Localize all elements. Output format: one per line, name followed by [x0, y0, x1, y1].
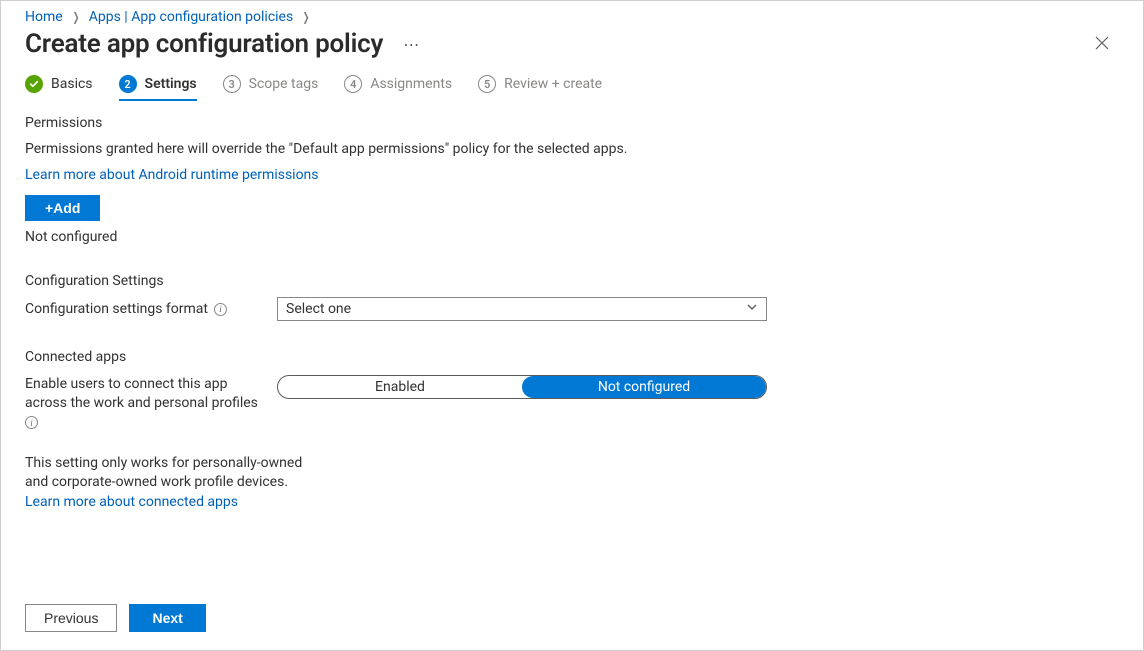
step-review-create[interactable]: 5 Review + create — [478, 75, 602, 101]
step-scope-tags[interactable]: 3 Scope tags — [223, 75, 319, 101]
chevron-right-icon: ❯ — [303, 10, 310, 24]
checkmark-icon — [25, 75, 43, 93]
toggle-option-not-configured[interactable]: Not configured — [522, 376, 766, 398]
permissions-status: Not configured — [25, 229, 1119, 245]
more-actions-button[interactable]: ⋯ — [399, 31, 424, 58]
step-settings[interactable]: 2 Settings — [119, 75, 197, 101]
step-label: Scope tags — [249, 76, 319, 92]
info-icon[interactable]: i — [214, 303, 227, 316]
step-label: Assignments — [370, 76, 452, 92]
connected-apps-toggle[interactable]: Enabled Not configured — [277, 375, 767, 399]
info-icon[interactable]: i — [25, 416, 38, 429]
breadcrumb: Home ❯ Apps | App configuration policies… — [1, 9, 1143, 25]
step-label: Settings — [145, 76, 197, 92]
config-format-select[interactable]: Select one — [277, 297, 767, 321]
permissions-description: Permissions granted here will override t… — [25, 141, 1119, 157]
next-button[interactable]: Next — [129, 604, 205, 632]
config-format-label: Configuration settings format — [25, 301, 208, 317]
toggle-option-enabled[interactable]: Enabled — [278, 376, 522, 398]
connected-apps-toggle-label: Enable users to connect this app across … — [25, 376, 258, 411]
connected-apps-heading: Connected apps — [25, 349, 1119, 365]
breadcrumb-apps[interactable]: Apps | App configuration policies — [89, 9, 293, 25]
permissions-heading: Permissions — [25, 115, 1119, 131]
add-permission-button[interactable]: +Add — [25, 195, 100, 221]
step-number-badge: 5 — [478, 75, 496, 93]
learn-more-connected-apps-link[interactable]: Learn more about connected apps — [25, 494, 238, 510]
step-assignments[interactable]: 4 Assignments — [344, 75, 452, 101]
step-label: Review + create — [504, 76, 602, 92]
step-number-badge: 3 — [223, 75, 241, 93]
breadcrumb-home[interactable]: Home — [25, 9, 63, 25]
chevron-down-icon — [746, 301, 758, 317]
step-basics[interactable]: Basics — [25, 75, 93, 101]
connected-apps-note: This setting only works for personally-o… — [25, 454, 305, 513]
wizard-steps: Basics 2 Settings 3 Scope tags 4 Assignm… — [1, 75, 1143, 101]
step-label: Basics — [51, 76, 93, 92]
note-text: This setting only works for personally-o… — [25, 455, 302, 491]
previous-button[interactable]: Previous — [25, 604, 117, 632]
close-button[interactable] — [1085, 29, 1119, 59]
wizard-footer: Previous Next — [1, 590, 1143, 650]
page-title: Create app configuration policy — [25, 29, 383, 59]
chevron-right-icon: ❯ — [72, 10, 79, 24]
step-number-badge: 2 — [119, 75, 137, 93]
learn-more-permissions-link[interactable]: Learn more about Android runtime permiss… — [25, 167, 319, 183]
config-settings-heading: Configuration Settings — [25, 273, 1119, 289]
close-icon — [1095, 36, 1109, 50]
select-placeholder: Select one — [286, 301, 351, 317]
step-number-badge: 4 — [344, 75, 362, 93]
